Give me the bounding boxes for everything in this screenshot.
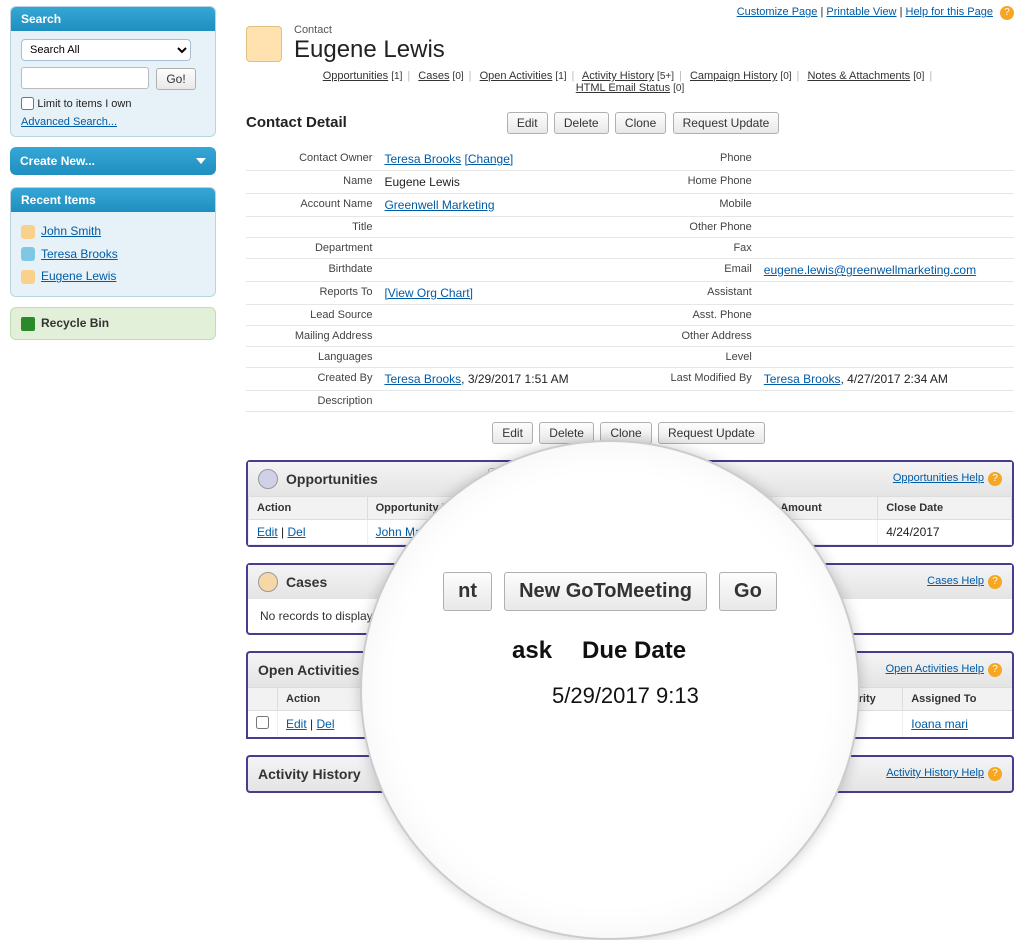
activity-checkbox[interactable] xyxy=(256,716,269,729)
rel-campaign-history[interactable]: Campaign History xyxy=(690,70,777,82)
search-title: Search xyxy=(11,7,215,31)
search-go-button[interactable]: Go! xyxy=(156,68,195,90)
new-gotomeeting-button[interactable]: New GoToMeeting xyxy=(504,572,707,611)
request-update-button[interactable]: Request Update xyxy=(673,112,780,134)
email-link[interactable]: eugene.lewis@greenwellmarketing.com xyxy=(764,263,976,277)
recent-title: Recent Items xyxy=(11,188,215,212)
page-title: Eugene Lewis xyxy=(294,36,445,64)
delete-button[interactable]: Delete xyxy=(554,112,609,134)
recent-item[interactable]: Eugene Lewis xyxy=(21,265,205,288)
created-by-link[interactable]: Teresa Brooks xyxy=(384,372,461,386)
owner-link[interactable]: Teresa Brooks xyxy=(384,152,461,166)
create-new-label: Create New... xyxy=(20,154,95,168)
rel-open-activities[interactable]: Open Activities xyxy=(480,70,553,82)
rel-opportunities[interactable]: Opportunities xyxy=(323,70,388,82)
create-new-button[interactable]: Create New... xyxy=(10,147,216,175)
modified-by-link[interactable]: Teresa Brooks xyxy=(764,372,841,386)
cases-title: Cases xyxy=(286,574,327,590)
limit-label: Limit to items I own xyxy=(37,98,131,110)
recent-items-panel: Recent Items John Smith Teresa Brooks Eu… xyxy=(10,187,216,297)
advanced-search-link[interactable]: Advanced Search... xyxy=(21,116,117,128)
rel-activity-history[interactable]: Activity History xyxy=(582,70,654,82)
org-chart-link[interactable]: [View Org Chart] xyxy=(384,286,472,300)
search-scope-select[interactable]: Search All xyxy=(21,39,191,61)
lens-due-value: 5/29/2017 9:13 xyxy=(552,683,828,709)
customize-page-link[interactable]: Customize Page xyxy=(737,6,818,18)
activity-del-link[interactable]: Del xyxy=(316,717,334,731)
help-icon[interactable]: ? xyxy=(988,472,1002,486)
rel-notes[interactable]: Notes & Attachments xyxy=(807,70,910,82)
related-list-links: Opportunities [1]| Cases [0]| Open Activ… xyxy=(246,70,1014,94)
clone-button[interactable]: Clone xyxy=(615,112,666,134)
activity-assignee-link[interactable]: Ioana mari xyxy=(911,717,968,731)
owner-change-link[interactable]: [Change] xyxy=(465,152,514,166)
contact-icon xyxy=(246,26,282,62)
opp-del-link[interactable]: Del xyxy=(287,525,305,539)
help-icon[interactable]: ? xyxy=(988,663,1002,677)
trash-icon xyxy=(21,317,35,331)
opportunities-help-link[interactable]: Opportunities Help xyxy=(893,472,984,484)
recycle-bin[interactable]: Recycle Bin xyxy=(10,307,216,340)
search-input[interactable] xyxy=(21,67,149,89)
lens-col-duedate: Due Date xyxy=(582,637,686,665)
lens-btn-left[interactable]: nt xyxy=(443,572,492,611)
rel-cases[interactable]: Cases xyxy=(418,70,449,82)
account-link[interactable]: Greenwell Marketing xyxy=(384,198,494,212)
edit-button-2[interactable]: Edit xyxy=(492,422,533,444)
contact-detail-title: Contact Detail xyxy=(246,114,347,131)
open-activities-title: Open Activities xyxy=(258,662,359,678)
activity-history-title: Activity History xyxy=(258,766,361,782)
activity-edit-link[interactable]: Edit xyxy=(286,717,307,731)
opportunities-title: Opportunities xyxy=(286,471,378,487)
printable-view-link[interactable]: Printable View xyxy=(826,6,896,18)
help-icon[interactable]: ? xyxy=(988,767,1002,781)
activity-history-help-link[interactable]: Activity History Help xyxy=(886,767,984,779)
help-page-link[interactable]: Help for this Page xyxy=(906,6,993,18)
search-panel: Search Search All Go! Limit to items I o… xyxy=(10,6,216,137)
lens-col-task: ask xyxy=(512,637,552,665)
chevron-down-icon xyxy=(196,158,206,164)
case-icon xyxy=(258,572,278,592)
magnify-lens: nt New GoToMeeting Go ask Due Date 5/29/… xyxy=(360,440,860,940)
record-type: Contact xyxy=(294,24,445,36)
open-activities-help-link[interactable]: Open Activities Help xyxy=(886,663,984,675)
edit-button[interactable]: Edit xyxy=(507,112,548,134)
rel-html-email[interactable]: HTML Email Status xyxy=(576,82,670,94)
recent-item[interactable]: John Smith xyxy=(21,220,205,243)
help-icon[interactable]: ? xyxy=(1000,6,1014,20)
cases-help-link[interactable]: Cases Help xyxy=(927,575,984,587)
help-icon[interactable]: ? xyxy=(988,575,1002,589)
request-update-button-2[interactable]: Request Update xyxy=(658,422,765,444)
limit-checkbox[interactable] xyxy=(21,97,34,110)
lens-btn-right[interactable]: Go xyxy=(719,572,777,611)
recent-item[interactable]: Teresa Brooks xyxy=(21,243,205,266)
opportunity-icon xyxy=(258,469,278,489)
opp-edit-link[interactable]: Edit xyxy=(257,525,278,539)
contact-detail-table: Contact OwnerTeresa Brooks [Change]Phone… xyxy=(246,148,1014,412)
